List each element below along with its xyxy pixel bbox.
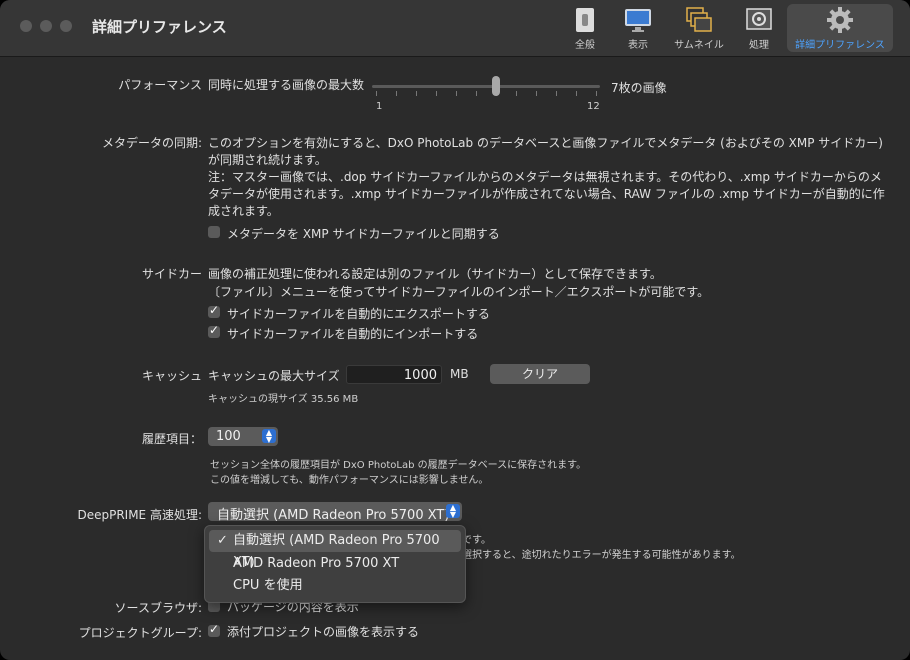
slider-tick [536, 91, 537, 96]
metadata-text-4: タデータが使用されます。.xmp サイドカーファイルが作成されてない場合、RAW… [208, 187, 885, 201]
metadata-label: メタデータの同期: [101, 136, 202, 150]
sidecar-export-label: サイドカーファイルを自動的にエクスポートする [227, 307, 490, 321]
deepprime-note-2: 選択すると、途切れたりエラーが発生する可能性があります。 [462, 550, 741, 561]
sidecar-text-1: 画像の補正処理に使われる設定は別のファイル（サイドカー）として保存できます。 [208, 267, 662, 281]
monitor-icon [625, 9, 651, 32]
slider-tick [456, 91, 457, 96]
metadata-text-1: このオプションを有効にすると、DxO PhotoLab のデータベースと画像ファ… [208, 136, 883, 150]
metadata-text-5: 成されます。 [208, 204, 279, 218]
toolbar-display[interactable]: 表示 [618, 4, 658, 52]
metadata-text-2: が同期され続けます。 [208, 153, 327, 167]
sidecar-import-label: サイドカーファイルを自動的にインポートする [227, 327, 479, 341]
performance-slider-thumb[interactable] [492, 76, 500, 96]
history-stepper[interactable]: 100 ▲ ▼ [208, 427, 278, 446]
performance-slider-track[interactable] [372, 85, 600, 88]
slider-tick [476, 91, 477, 96]
cache-max-label: キャッシュの最大サイズ [208, 369, 340, 383]
cache-size-input[interactable]: 1000 [346, 365, 442, 384]
sidecar-export-checkbox[interactable] [208, 303, 220, 318]
slider-tick [516, 91, 517, 96]
sidecar-text-2: 〔ファイル〕メニューを使ってサイドカーファイルのインポート／エクスポートが可能で… [208, 285, 710, 299]
performance-desc: 同時に処理する画像の最大数 [208, 78, 365, 92]
cache-clear-button[interactable]: クリア [490, 364, 590, 384]
checkmark-icon: ✓ [217, 533, 228, 548]
toolbar-processing-label: 処理 [749, 40, 769, 51]
slider-tick [416, 91, 417, 96]
toolbar-display-label: 表示 [628, 40, 648, 51]
window-title: 詳細プリファレンス [92, 18, 227, 36]
performance-value: 7枚の画像 [611, 81, 667, 95]
sidecar-label: サイドカー [141, 267, 202, 281]
performance-label: パフォーマンス [118, 78, 202, 92]
processing-icon [746, 8, 772, 30]
menu-item-gpu[interactable]: AMD Radeon Pro 5700 XT [209, 553, 461, 575]
sidecar-import-checkbox[interactable] [208, 323, 220, 338]
deepprime-selected-value: 自動選択 (AMD Radeon Pro 5700 XT) [217, 508, 450, 523]
toolbar-general[interactable]: 全般 [566, 4, 604, 52]
history-note-1: セッション全体の履歴項目が DxO PhotoLab の履歴データベースに保存さ… [210, 460, 587, 471]
toolbar-thumbnails-label: サムネイル [674, 40, 724, 51]
toolbar-thumbnails[interactable]: サムネイル [670, 4, 728, 52]
updown-arrows-icon[interactable]: ▲ ▼ [446, 504, 460, 519]
deepprime-note-1: です。 [462, 535, 491, 546]
xmp-sync-label: メタデータを XMP サイドカーファイルと同期する [227, 227, 500, 241]
deepprime-dropdown-menu: ✓ 自動選択 (AMD Radeon Pro 5700 XT) AMD Radeo… [204, 525, 466, 603]
menu-item-cpu[interactable]: CPU を使用 [209, 575, 461, 597]
menu-item-gpu-label: AMD Radeon Pro 5700 XT [233, 556, 400, 571]
menu-item-cpu-label: CPU を使用 [233, 578, 303, 593]
updown-arrows-icon[interactable]: ▲ ▼ [262, 429, 276, 444]
xmp-sync-checkbox[interactable] [208, 226, 220, 238]
slider-tick [556, 91, 557, 96]
attached-project-label: 添付プロジェクトの画像を表示する [227, 625, 420, 639]
slider-tick [376, 91, 377, 96]
slider-tick [396, 91, 397, 96]
history-note-2: この値を増減しても、動作パフォーマンスには影響しません。 [210, 475, 489, 486]
deepprime-select[interactable]: 自動選択 (AMD Radeon Pro 5700 XT) ▲ ▼ [208, 502, 462, 523]
close-button[interactable] [20, 20, 32, 32]
menu-item-auto[interactable]: ✓ 自動選択 (AMD Radeon Pro 5700 XT) [209, 530, 461, 570]
slider-min-label: 1 [376, 101, 383, 112]
switch-icon [576, 8, 594, 32]
cache-label: キャッシュ [141, 369, 202, 383]
thumbnails-icon [686, 7, 712, 32]
minimize-button[interactable] [40, 20, 52, 32]
slider-tick [596, 91, 597, 96]
cache-current-size: キャッシュの現サイズ 35.56 MB [208, 394, 359, 405]
toolbar-advanced[interactable]: 詳細プリファレンス [787, 4, 893, 52]
attached-project-checkbox[interactable] [208, 622, 220, 637]
deepprime-label: DeepPRIME 高速処理: [77, 508, 202, 522]
source-browser-label: ソースブラウザ: [114, 601, 202, 615]
toolbar-general-label: 全般 [575, 40, 595, 51]
slider-max-label: 12 [587, 101, 600, 112]
cache-unit: MB [450, 367, 469, 381]
history-value: 100 [216, 429, 241, 444]
project-group-label: プロジェクトグループ: [78, 626, 202, 640]
preferences-window: 詳細プリファレンス 全般 表示 サムネイル 処理 詳細プリファレンス パフォーマ… [0, 0, 910, 660]
toolbar-processing[interactable]: 処理 [740, 4, 778, 52]
slider-tick [576, 91, 577, 96]
history-label: 履歴項目： [141, 432, 202, 446]
titlebar: 詳細プリファレンス 全般 表示 サムネイル 処理 詳細プリファレンス [0, 0, 910, 57]
metadata-text-3: 注：マスター画像では、.dop サイドカーファイルからのメタデータは無視されます… [208, 170, 882, 184]
gear-icon [827, 7, 853, 33]
toolbar-advanced-label: 詳細プリファレンス [795, 40, 885, 51]
zoom-button[interactable] [60, 20, 72, 32]
slider-tick [436, 91, 437, 96]
